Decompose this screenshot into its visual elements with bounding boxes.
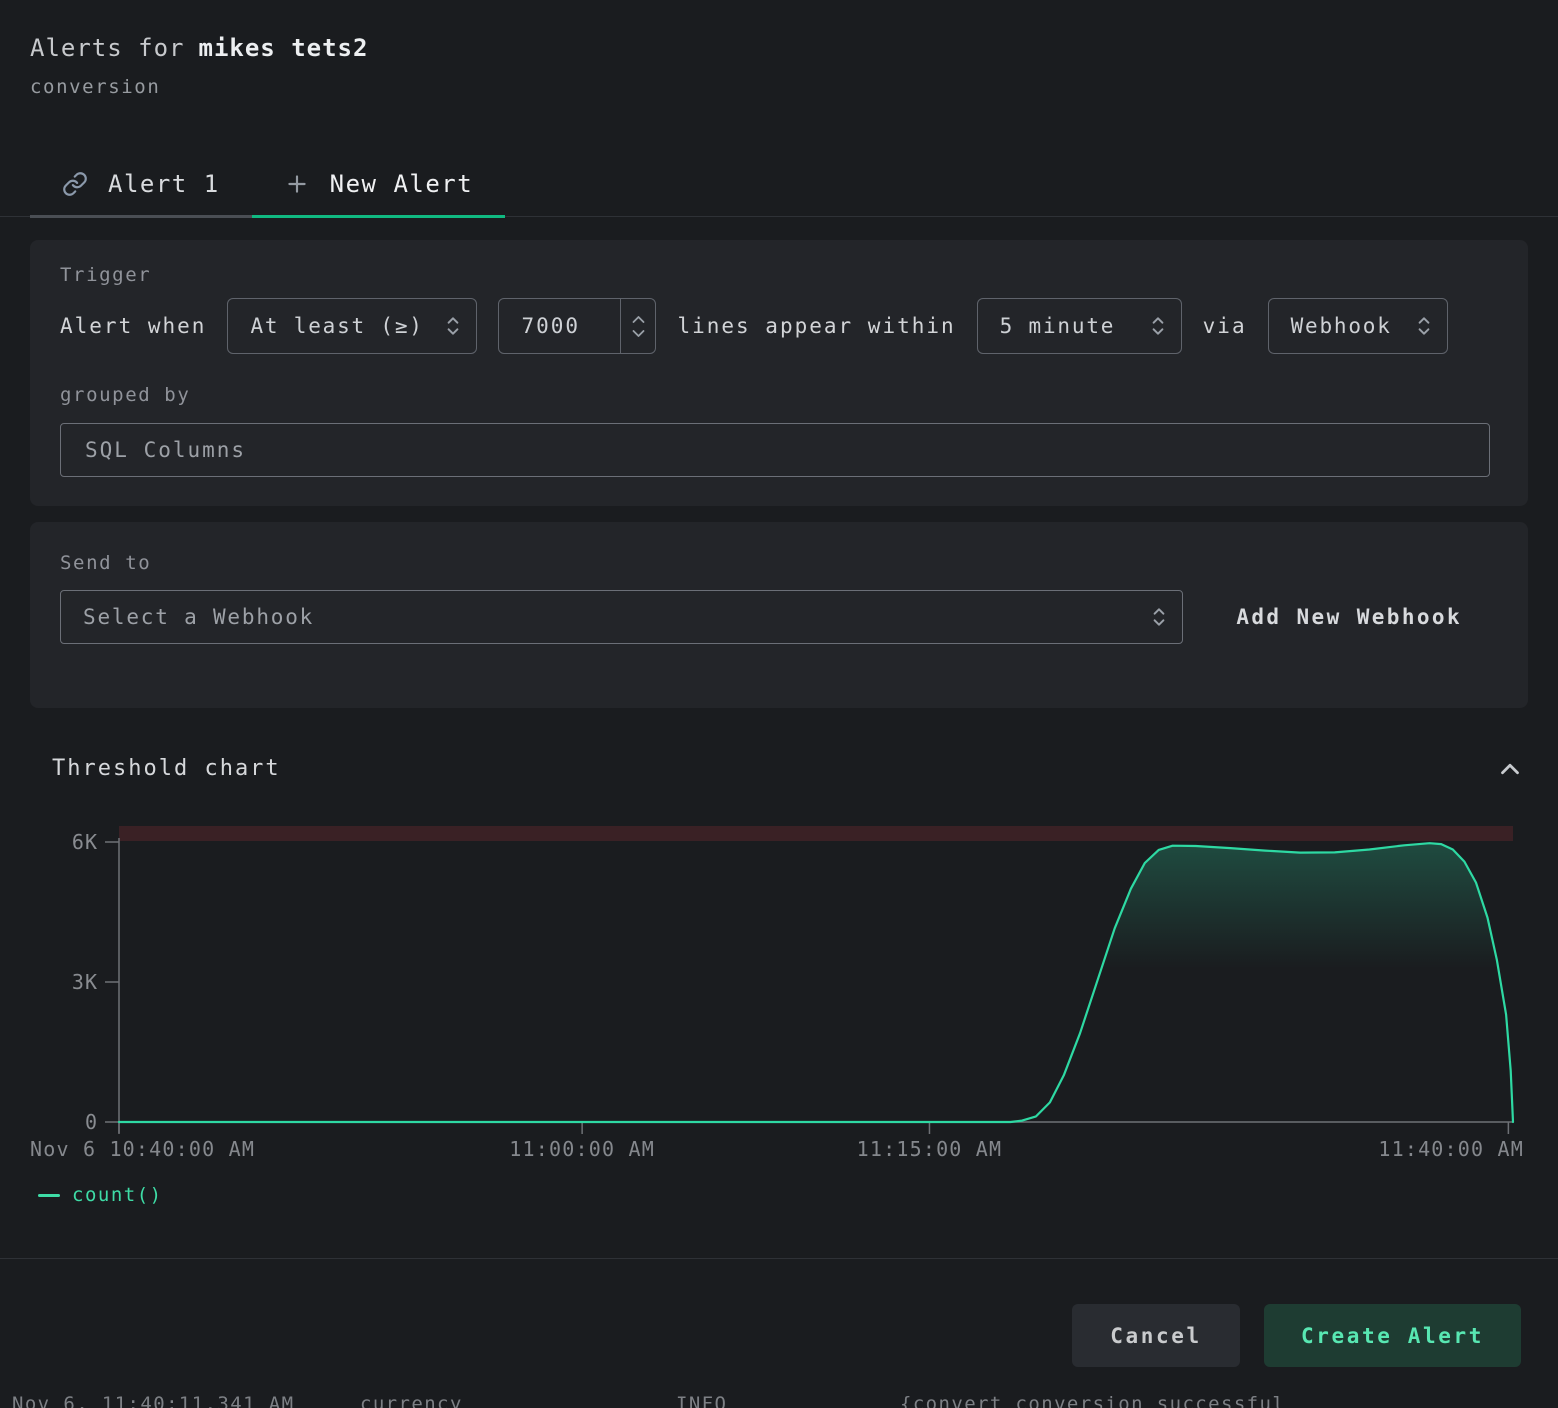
- send-to-row: Select a Webhook Add New Webhook: [60, 590, 1498, 644]
- create-alert-button[interactable]: Create Alert: [1264, 1304, 1521, 1367]
- dataset-name: mikes tets2: [199, 34, 369, 62]
- threshold-chart-title: Threshold chart: [52, 756, 281, 781]
- page-title: Alerts for mikes tets2: [30, 34, 368, 62]
- background-log-row: Nov 6, 11:40:11.341 AM currency INFO {co…: [0, 1391, 1558, 1408]
- svg-text:0: 0: [85, 1110, 98, 1134]
- grouped-by-label: grouped by: [60, 384, 190, 406]
- channel-select-value: Webhook: [1291, 314, 1392, 338]
- webhook-select-placeholder: Select a Webhook: [83, 605, 314, 629]
- chevron-up-icon: [1495, 754, 1525, 784]
- via-text: via: [1203, 314, 1247, 338]
- stepper-up-icon[interactable]: [632, 315, 645, 323]
- add-new-webhook-button[interactable]: Add New Webhook: [1236, 605, 1462, 629]
- threshold-input[interactable]: [499, 299, 620, 353]
- stepper-down-icon[interactable]: [632, 330, 645, 338]
- send-to-panel: Send to Select a Webhook Add New Webhook: [30, 522, 1528, 708]
- chevron-updown-icon: [446, 315, 460, 337]
- legend-swatch: [38, 1194, 60, 1197]
- plus-icon: [284, 171, 310, 197]
- link-icon: [62, 171, 88, 197]
- window-select[interactable]: 5 minute: [977, 298, 1182, 354]
- tab-alert-1-label: Alert 1: [108, 170, 220, 198]
- alerts-modal: Alerts for mikes tets2 conversion Alert …: [0, 0, 1558, 1408]
- trigger-panel: Trigger Alert when At least (≥) lines ap…: [30, 240, 1528, 506]
- trigger-row: Alert when At least (≥) lines appear wit…: [60, 298, 1498, 354]
- chevron-updown-icon: [1417, 315, 1431, 337]
- cancel-button[interactable]: Cancel: [1072, 1304, 1240, 1367]
- tab-alert-1-underline: [30, 215, 252, 218]
- page-subtitle: conversion: [30, 76, 160, 98]
- comparison-select-value: At least (≥): [250, 314, 423, 338]
- collapse-chart-button[interactable]: [1492, 754, 1528, 786]
- log-message: {convert conversion successful: [900, 1393, 1285, 1408]
- svg-text:3K: 3K: [72, 970, 98, 994]
- svg-text:11:15:00 AM: 11:15:00 AM: [857, 1137, 1003, 1161]
- lines-appear-text: lines appear within: [677, 314, 955, 338]
- webhook-select[interactable]: Select a Webhook: [60, 590, 1183, 644]
- threshold-chart: 0 3K 6K Nov 6 10:40:00 AM 11:00:00 AM 11:15:0…: [0, 815, 1558, 1175]
- trigger-label: Trigger: [60, 264, 151, 286]
- tab-alert-1[interactable]: Alert 1: [30, 152, 252, 216]
- footer-divider: [0, 1258, 1558, 1259]
- channel-select[interactable]: Webhook: [1268, 298, 1448, 354]
- threshold-stepper[interactable]: [620, 299, 655, 353]
- active-tab-indicator: [252, 215, 506, 218]
- legend-count: count(): [38, 1184, 163, 1206]
- alert-when-text: Alert when: [60, 314, 206, 338]
- tab-new-alert-label: New Alert: [330, 170, 474, 198]
- window-select-value: 5 minute: [1000, 314, 1116, 338]
- svg-text:11:40:00 AM: 11:40:00 AM: [1378, 1137, 1524, 1161]
- alert-tabs: Alert 1 New Alert: [0, 152, 1558, 217]
- log-level: INFO: [676, 1393, 727, 1408]
- svg-text:Nov 6 10:40:00 AM: Nov 6 10:40:00 AM: [30, 1137, 255, 1161]
- tab-new-alert[interactable]: New Alert: [252, 152, 506, 216]
- svg-text:11:00:00 AM: 11:00:00 AM: [509, 1137, 655, 1161]
- comparison-select[interactable]: At least (≥): [227, 298, 477, 354]
- log-timestamp: Nov 6, 11:40:11.341 AM: [12, 1393, 294, 1408]
- page-title-prefix: Alerts for: [30, 34, 185, 62]
- legend-label: count(): [72, 1184, 163, 1206]
- log-service: currency: [360, 1393, 463, 1408]
- chevron-updown-icon: [1152, 606, 1166, 628]
- send-to-label: Send to: [60, 552, 151, 574]
- chevron-updown-icon: [1151, 315, 1165, 337]
- group-by-input[interactable]: [60, 423, 1490, 477]
- threshold-number-field: [498, 298, 656, 354]
- svg-text:6K: 6K: [72, 830, 98, 854]
